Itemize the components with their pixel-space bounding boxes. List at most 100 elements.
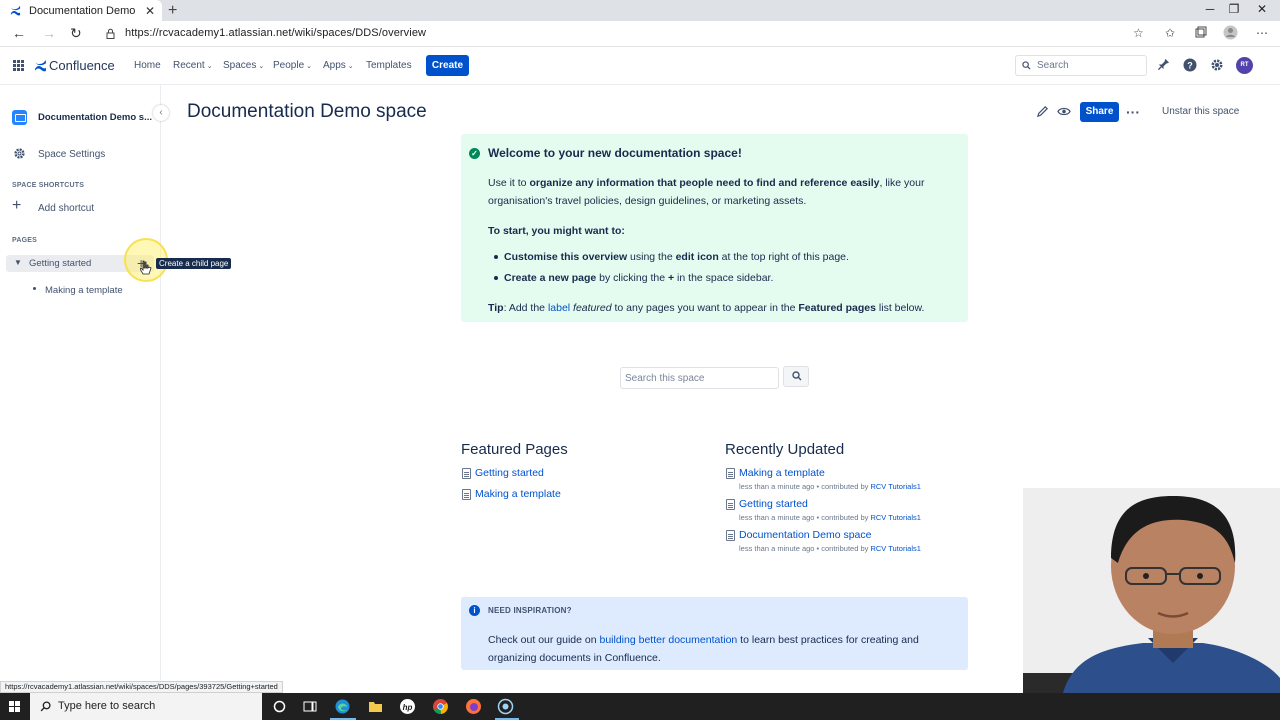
- edit-pencil-icon[interactable]: [1036, 105, 1049, 118]
- search-placeholder: Search: [1037, 60, 1069, 71]
- space-search-button[interactable]: [783, 366, 809, 387]
- bullet-text-bold: Create a new page: [504, 272, 597, 284]
- meta-text: less than a minute ago • contributed by: [739, 513, 871, 522]
- tip-line: Tip: Add the label featured to any pages…: [488, 302, 924, 314]
- refresh-icon[interactable]: ↻: [70, 25, 82, 42]
- add-shortcut-link[interactable]: Add shortcut: [38, 203, 94, 214]
- start-heading: To start, you might want to:: [488, 225, 625, 237]
- favorites-icon[interactable]: ✩: [1165, 26, 1175, 40]
- watch-eye-icon[interactable]: [1057, 106, 1071, 117]
- tab-close-icon[interactable]: ✕: [145, 4, 155, 18]
- recent-meta: less than a minute ago • contributed by …: [739, 482, 921, 491]
- new-tab-button[interactable]: +: [168, 2, 177, 20]
- page-tree-label[interactable]: Getting started: [29, 258, 91, 269]
- forward-icon[interactable]: →: [42, 25, 56, 41]
- space-search-input[interactable]: Search this space: [620, 367, 779, 389]
- chevron-down-icon: ⌄: [206, 63, 213, 70]
- browser-tab[interactable]: Documentation Demo space - C ✕: [0, 0, 162, 21]
- collapse-sidebar-button[interactable]: ‹: [153, 105, 169, 121]
- svg-text:?: ?: [1187, 61, 1193, 71]
- more-icon[interactable]: ⋯: [1256, 26, 1268, 40]
- taskbar-search-input[interactable]: Type here to search: [30, 693, 262, 720]
- space-name[interactable]: Documentation Demo s...: [38, 112, 152, 123]
- task-view-icon[interactable]: [301, 698, 318, 715]
- nav-people-label: People: [273, 60, 305, 71]
- page-title: Documentation Demo space: [187, 101, 427, 122]
- tree-bullet: [33, 287, 36, 290]
- lock-icon[interactable]: [106, 28, 115, 39]
- help-icon[interactable]: ?: [1183, 58, 1197, 72]
- firefox-icon[interactable]: [465, 698, 482, 715]
- chevron-down-icon: ⌄: [347, 63, 354, 70]
- nav-templates-label: Templates: [366, 60, 412, 71]
- chevron-down-icon[interactable]: ▼: [14, 258, 22, 267]
- nav-recent[interactable]: Recent ⌄: [173, 60, 213, 71]
- gear-icon: [13, 147, 26, 160]
- url-input[interactable]: https://rcvacademy1.atlassian.net/wiki/s…: [125, 27, 426, 39]
- bullet-text-bold: edit icon: [675, 251, 719, 263]
- status-bar-url: https://rcvacademy1.atlassian.net/wiki/s…: [0, 681, 283, 693]
- nav-home[interactable]: Home: [134, 60, 161, 71]
- contributor-link[interactable]: RCV Tutorials1: [870, 513, 920, 522]
- space-sidebar: Documentation Demo s... ‹ Space Settings…: [0, 85, 169, 680]
- pages-heading: PAGES: [12, 237, 37, 244]
- favorite-star-icon[interactable]: ☆: [1133, 26, 1144, 40]
- welcome-title: Welcome to your new documentation space!: [488, 146, 742, 160]
- page-tree-item-making-a-template[interactable]: Making a template: [45, 285, 123, 296]
- share-button[interactable]: Share: [1080, 102, 1119, 122]
- presenter-video-image: [1023, 488, 1280, 693]
- confluence-top-nav: Confluence Home Recent ⌄ Spaces ⌄ People ⌄ …: [0, 47, 1280, 85]
- chrome-icon[interactable]: [432, 698, 449, 715]
- bullet-text-bold: Customise this overview: [504, 251, 628, 263]
- add-icon: +: [12, 197, 22, 214]
- inspiration-text: Check out our guide on: [488, 634, 600, 646]
- space-search-placeholder: Search this space: [625, 373, 705, 384]
- recent-link[interactable]: Documentation Demo space: [739, 529, 872, 541]
- profile-icon[interactable]: [1223, 25, 1238, 40]
- confluence-logo-icon[interactable]: [34, 59, 47, 72]
- bullet-text: by clicking the: [596, 272, 668, 284]
- confluence-tab-icon: [10, 5, 21, 16]
- space-shortcuts-heading: SPACE SHORTCUTS: [12, 182, 85, 189]
- featured-link-getting-started[interactable]: Getting started: [475, 467, 544, 479]
- featured-link-making-a-template[interactable]: Making a template: [475, 488, 561, 500]
- create-button[interactable]: Create: [426, 55, 469, 76]
- recent-link[interactable]: Making a template: [739, 467, 825, 479]
- search-input[interactable]: Search: [1015, 55, 1147, 76]
- search-icon: [1022, 61, 1031, 70]
- cortana-icon[interactable]: [271, 698, 288, 715]
- app-switcher-icon[interactable]: [13, 60, 24, 71]
- nav-templates[interactable]: Templates: [366, 60, 412, 71]
- nav-people[interactable]: People ⌄: [273, 60, 312, 71]
- building-better-documentation-link[interactable]: building better documentation: [600, 634, 738, 646]
- avatar[interactable]: RT: [1236, 57, 1253, 74]
- meta-text: less than a minute ago • contributed by: [739, 544, 871, 553]
- edge-browser-icon[interactable]: [334, 698, 351, 715]
- contributor-link[interactable]: RCV Tutorials1: [870, 544, 920, 553]
- recent-link[interactable]: Getting started: [739, 498, 808, 510]
- hp-icon[interactable]: hp: [399, 698, 416, 715]
- nav-apps[interactable]: Apps ⌄: [323, 60, 354, 71]
- notifications-icon[interactable]: [1157, 58, 1170, 71]
- unstar-space-button[interactable]: Unstar this space: [1154, 102, 1247, 122]
- confluence-logo-text[interactable]: Confluence: [49, 58, 115, 73]
- windows-start-icon[interactable]: [9, 701, 20, 712]
- settings-gear-icon[interactable]: [1210, 58, 1224, 72]
- space-icon[interactable]: [12, 110, 27, 125]
- back-icon[interactable]: ←: [12, 25, 26, 41]
- recorder-app-icon[interactable]: [497, 698, 514, 715]
- recent-meta: less than a minute ago • contributed by …: [739, 544, 921, 553]
- more-actions-icon[interactable]: ···: [1126, 104, 1140, 120]
- minimize-icon[interactable]: ─: [1200, 2, 1220, 16]
- mouse-cursor-icon: [140, 260, 152, 276]
- nav-spaces[interactable]: Spaces ⌄: [223, 60, 264, 71]
- page-icon: [462, 489, 471, 500]
- file-explorer-icon[interactable]: [367, 698, 384, 715]
- restore-icon[interactable]: ❐: [1224, 2, 1244, 16]
- space-settings-link[interactable]: Space Settings: [38, 149, 105, 160]
- collections-icon[interactable]: [1195, 26, 1207, 38]
- webcam-overlay: [1023, 488, 1280, 693]
- contributor-link[interactable]: RCV Tutorials1: [870, 482, 920, 491]
- label-link[interactable]: label: [548, 302, 570, 314]
- window-close-icon[interactable]: ✕: [1252, 2, 1272, 16]
